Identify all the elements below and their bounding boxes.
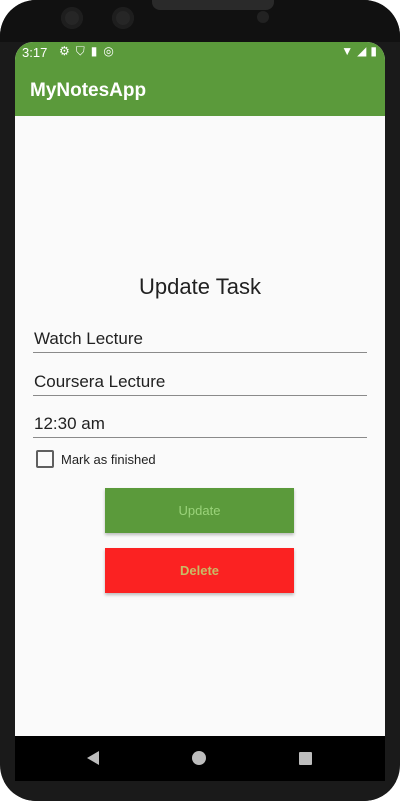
signal-icon: ◢ bbox=[357, 44, 367, 58]
mark-finished-row[interactable]: Mark as finished bbox=[36, 450, 156, 468]
phone-bottom-bezel bbox=[0, 781, 400, 801]
app-bar: MyNotesApp bbox=[15, 64, 385, 116]
gear-icon: ⚙ bbox=[59, 44, 70, 58]
camera-icon bbox=[61, 7, 83, 29]
task-description-input[interactable] bbox=[33, 369, 367, 396]
back-icon[interactable] bbox=[87, 751, 99, 765]
recents-icon[interactable] bbox=[299, 752, 312, 765]
status-icons-right: ▼ ◢ ▮ bbox=[341, 44, 377, 58]
page-title: Update Task bbox=[139, 274, 261, 299]
phone-top-bezel bbox=[0, 0, 400, 42]
update-button[interactable]: Update bbox=[105, 488, 294, 533]
sensor-icon bbox=[257, 11, 269, 23]
phone-frame: 3:17 ⚙ ⛉ ▮ ◎ ▼ ◢ ▮ MyNotesApp Update Tas… bbox=[0, 0, 400, 801]
mark-finished-label: Mark as finished bbox=[61, 451, 156, 467]
delete-button[interactable]: Delete bbox=[105, 548, 294, 593]
status-time: 3:17 bbox=[22, 45, 48, 60]
app-title: MyNotesApp bbox=[30, 80, 147, 101]
home-icon[interactable] bbox=[192, 751, 206, 765]
wifi-icon: ▼ bbox=[341, 44, 354, 58]
status-bar: 3:17 ⚙ ⛉ ▮ ◎ ▼ ◢ ▮ bbox=[15, 42, 385, 64]
battery-icon: ▮ bbox=[370, 44, 377, 58]
task-title-input[interactable] bbox=[33, 326, 367, 353]
sync-icon: ◎ bbox=[103, 44, 114, 58]
task-time-input[interactable] bbox=[33, 411, 367, 438]
screen: 3:17 ⚙ ⛉ ▮ ◎ ▼ ◢ ▮ MyNotesApp Update Tas… bbox=[15, 42, 385, 736]
mark-finished-checkbox[interactable] bbox=[36, 450, 54, 468]
shield-icon: ⛉ bbox=[75, 44, 85, 58]
update-task-form: Update Task Mark as finished Update Dele… bbox=[15, 116, 385, 736]
status-icons-left: ⚙ ⛉ ▮ ◎ bbox=[59, 44, 114, 59]
speaker-grille bbox=[152, 0, 274, 10]
sd-card-icon: ▮ bbox=[90, 44, 98, 58]
camera-icon bbox=[112, 7, 134, 29]
navigation-bar bbox=[15, 736, 385, 781]
